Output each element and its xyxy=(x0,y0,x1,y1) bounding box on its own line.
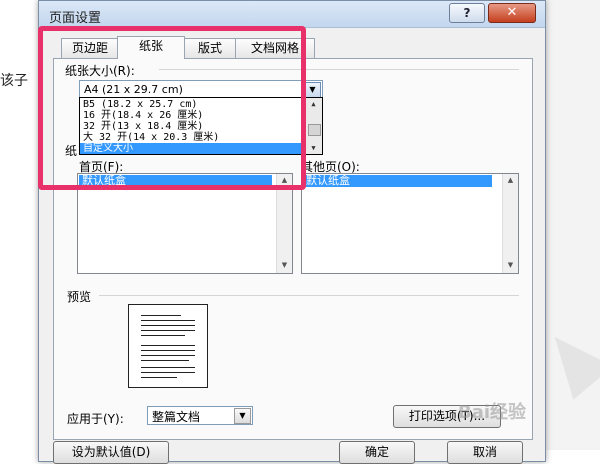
paper-size-option-32k[interactable]: 32 开(13 x 18.4 厘米) xyxy=(80,121,307,132)
page-preview-thumbnail xyxy=(128,304,208,388)
preview-label: 预览 xyxy=(67,290,92,304)
scroll-down-icon[interactable]: ▼ xyxy=(307,143,320,153)
scroll-down-icon[interactable]: ▼ xyxy=(505,261,516,271)
paper-source-label: 纸 xyxy=(65,144,78,158)
tab-margins[interactable]: 页边距 xyxy=(61,38,119,58)
dialog-titlebar: 页面设置 ? ✕ xyxy=(39,1,545,28)
preview-divider xyxy=(99,295,519,296)
preview-text-line xyxy=(141,377,177,378)
preview-text-line xyxy=(141,335,185,336)
preview-text-line xyxy=(141,325,195,326)
preview-text-line xyxy=(141,345,195,346)
watermark-logo: Bai经验 xyxy=(458,402,527,423)
scroll-up-icon[interactable]: ▲ xyxy=(279,176,290,186)
paper-size-dropdown: B5 (18.2 x 25.7 cm) 16 开(18.4 x 26 厘米) 3… xyxy=(79,97,323,155)
first-page-source-list[interactable]: 默认纸盒 ▲ ▼ xyxy=(77,173,293,274)
preview-text-line xyxy=(141,360,189,361)
close-button[interactable]: ✕ xyxy=(488,3,536,23)
dialog-title: 页面设置 xyxy=(49,11,102,26)
paper-size-option-large-32k[interactable]: 大 32 开(14 x 20.3 厘米) xyxy=(80,132,307,143)
paper-size-value: A4 (21 x 29.7 cm) xyxy=(84,83,183,96)
paper-size-option-b5[interactable]: B5 (18.2 x 25.7 cm) xyxy=(80,99,307,110)
scroll-up-icon[interactable]: ▲ xyxy=(505,176,516,186)
cancel-button[interactable]: 取消 xyxy=(447,441,523,464)
scroll-down-icon[interactable]: ▼ xyxy=(279,261,290,271)
apply-to-combobox[interactable]: 整篇文档 ▼ xyxy=(147,406,253,425)
first-page-scrollbar[interactable]: ▲ ▼ xyxy=(276,174,292,273)
dropdown-scrollbar[interactable]: ▲ ▼ xyxy=(305,98,322,154)
chevron-down-icon[interactable]: ▼ xyxy=(234,408,251,424)
preview-text-line xyxy=(141,330,195,331)
other-pages-source-item[interactable]: 默认纸盒 xyxy=(303,175,492,187)
other-pages-source-list[interactable]: 默认纸盒 ▲ ▼ xyxy=(301,173,519,274)
other-pages-scrollbar[interactable]: ▲ ▼ xyxy=(502,174,518,273)
preview-text-line xyxy=(141,367,195,368)
help-button[interactable]: ? xyxy=(449,3,485,23)
tab-paper[interactable]: 纸张 xyxy=(117,36,185,59)
first-page-source-item[interactable]: 默认纸盒 xyxy=(79,175,272,187)
paper-size-option-custom[interactable]: 自定义大小 xyxy=(80,143,307,154)
scroll-thumb[interactable] xyxy=(308,124,321,136)
tab-layout[interactable]: 版式 xyxy=(183,38,237,58)
set-default-button[interactable]: 设为默认值(D) xyxy=(53,441,169,464)
preview-text-line xyxy=(141,320,195,321)
preview-text-line xyxy=(141,315,181,316)
paper-size-divider xyxy=(159,69,519,70)
preview-text-line xyxy=(141,355,195,356)
chevron-down-icon[interactable]: ▼ xyxy=(304,82,321,98)
paper-size-label: 纸张大小(R): xyxy=(65,64,135,78)
paper-size-option-16k[interactable]: 16 开(18.4 x 26 厘米) xyxy=(80,110,307,121)
document-text-fragment: 该子 xyxy=(0,73,28,89)
apply-to-value: 整篇文档 xyxy=(152,410,201,424)
page-setup-dialog: 页面设置 ? ✕ 页边距 纸张 版式 文档网格 纸张大小(R): A4 (21 … xyxy=(38,0,546,464)
scroll-up-icon[interactable]: ▲ xyxy=(307,99,320,109)
tab-document-grid[interactable]: 文档网格 xyxy=(235,38,315,58)
preview-text-line xyxy=(141,372,195,373)
preview-text-line xyxy=(141,350,195,351)
ok-button[interactable]: 确定 xyxy=(339,441,415,464)
apply-to-label: 应用于(Y): xyxy=(67,412,124,426)
